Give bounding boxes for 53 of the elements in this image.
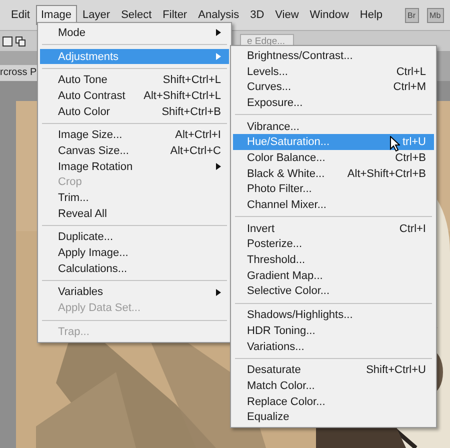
menu-item[interactable]: Brightness/Contrast... <box>233 48 434 64</box>
menu-title[interactable]: View <box>270 5 304 25</box>
menu-item[interactable]: Threshold... <box>233 252 434 268</box>
menu-item[interactable]: Curves... Ctrl+M <box>233 79 434 96</box>
menu-title[interactable]: Edit <box>6 5 35 25</box>
menu-title[interactable]: Select <box>116 5 157 25</box>
menu-item[interactable]: Match Color... <box>233 378 434 394</box>
menu-item[interactable]: Channel Mixer... <box>233 197 434 213</box>
menu-item[interactable]: Mode <box>40 25 229 41</box>
menu-title[interactable]: Analysis <box>193 5 244 25</box>
menu-item[interactable]: Auto Tone Shift+Ctrl+L <box>40 72 229 88</box>
menu-item[interactable]: Auto Color Shift+Ctrl+B <box>40 104 229 120</box>
menu-item[interactable]: Shadows/Highlights... <box>233 307 434 323</box>
menu-item[interactable]: Variables <box>40 284 229 300</box>
menu-item[interactable]: Vibrance... <box>233 118 434 134</box>
menu-item[interactable]: Photo Filter... <box>233 182 434 198</box>
menu-item[interactable]: Trim... <box>40 190 229 206</box>
app-launch-button[interactable]: Br <box>404 8 419 22</box>
menu-item[interactable]: Color Balance... Ctrl+B <box>233 150 434 166</box>
submenu-arrow-icon <box>216 53 221 60</box>
menu-item[interactable]: Posterize... <box>233 236 434 252</box>
app-launch-button[interactable]: Mb <box>426 8 444 22</box>
menu-item[interactable]: Desaturate Shift+Ctrl+U <box>233 362 434 378</box>
menu-title[interactable]: Window <box>304 5 354 25</box>
menu-item[interactable]: Reveal All <box>40 206 229 222</box>
menu-item[interactable]: Apply Image... <box>40 245 229 261</box>
menu-item[interactable]: Calculations... <box>40 260 229 277</box>
selection-mode-icon[interactable] <box>2 36 13 46</box>
menu-item[interactable]: Selective Color... <box>233 284 434 300</box>
menu-item[interactable]: Invert Ctrl+I <box>233 220 434 237</box>
menu-item[interactable]: Auto Contrast Alt+Shift+Ctrl+L <box>40 88 229 104</box>
menu-item[interactable]: Exposure... <box>233 95 434 111</box>
submenu-arrow-icon <box>216 163 221 170</box>
document-tab[interactable]: rcross P <box>0 65 38 81</box>
menu-item[interactable]: Canvas Size... Alt+Ctrl+C <box>40 143 229 159</box>
menu-item[interactable]: Image Size... Alt+Ctrl+I <box>40 127 229 144</box>
menu-item[interactable]: HDR Toning... <box>233 323 434 339</box>
menu-item[interactable]: Duplicate... <box>40 230 229 246</box>
menu-title[interactable]: Help <box>354 5 388 25</box>
menu-item[interactable]: Gradient Map... <box>233 268 434 284</box>
submenu-arrow-icon <box>216 29 221 36</box>
menu-item[interactable]: Image Rotation <box>40 158 229 174</box>
submenu-arrow-icon <box>216 288 221 296</box>
menu-title[interactable]: 3D <box>245 5 270 25</box>
selection-mode-icon[interactable] <box>15 36 26 46</box>
menu-item[interactable]: Equalize <box>233 409 434 426</box>
menu-item[interactable]: Replace Color... <box>233 394 434 410</box>
menu-title[interactable]: Layer <box>78 5 116 25</box>
menu-title[interactable]: Filter <box>158 5 192 25</box>
menu-item[interactable]: Variations... <box>233 338 434 354</box>
menu-item[interactable]: Black & White... Alt+Shift+Ctrl+B <box>233 166 434 182</box>
mouse-pointer-icon <box>390 136 400 152</box>
menu-item[interactable]: Levels... Ctrl+L <box>233 64 434 80</box>
